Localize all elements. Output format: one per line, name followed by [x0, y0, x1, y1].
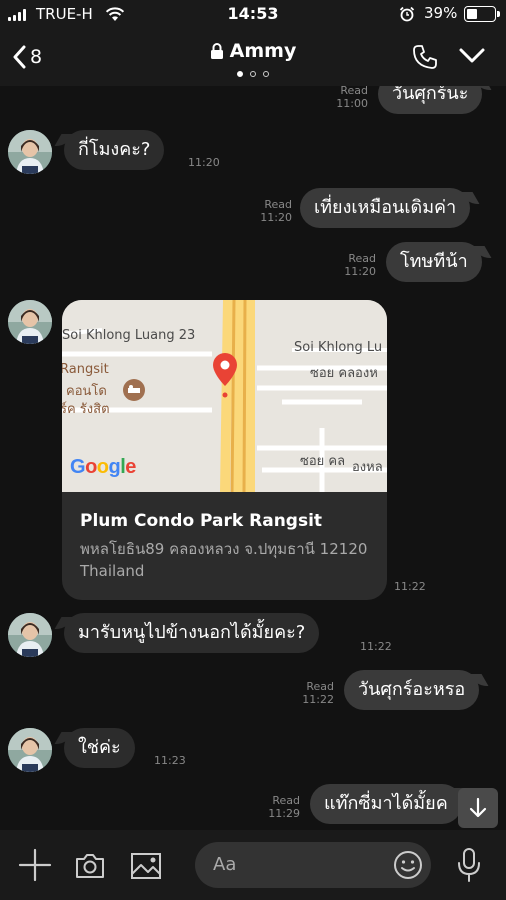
alarm-icon [399, 6, 415, 22]
avatar[interactable] [8, 130, 52, 174]
message-meta: Read 11:00 [336, 86, 368, 110]
map-label: Soi Khlong Lu [294, 340, 383, 355]
chevron-down-icon[interactable] [458, 46, 486, 66]
image-icon[interactable] [130, 852, 162, 880]
contact-name: Ammy [229, 40, 297, 62]
avatar[interactable] [8, 300, 52, 344]
message-bubble-outgoing[interactable]: วันศุกร์นะ [378, 86, 483, 114]
message-list[interactable]: Read 11:00 วันศุกร์นะ กี่โมงคะ? 11:20 Rea… [0, 86, 506, 830]
message-time: 11:20 [188, 156, 220, 169]
google-logo: Google [70, 456, 136, 478]
map-label: Soi Khlong Luang 23 [62, 328, 196, 343]
microphone-icon[interactable] [456, 847, 482, 883]
battery-icon [464, 6, 500, 22]
avatar-photo [8, 613, 52, 657]
scroll-down-button[interactable] [458, 788, 498, 828]
battery-percent: 39% [424, 4, 458, 22]
message-input[interactable]: Aa [195, 842, 431, 888]
hotel-icon [123, 379, 145, 401]
message-bubble-outgoing[interactable]: แท๊กซี่มาได้มั้ยค [310, 784, 462, 824]
message-bubble-outgoing[interactable]: โทษทีน้า [386, 242, 482, 282]
message-input-placeholder: Aa [213, 854, 237, 875]
plus-icon[interactable] [18, 848, 52, 882]
map-preview[interactable]: Soi Khlong Luang 23 Soi Khlong Lu ซอย คล… [62, 300, 387, 492]
chat-title[interactable]: Ammy [210, 40, 297, 62]
message-bubble-incoming[interactable]: ใช่ค่ะ [64, 728, 135, 768]
message-bubble-incoming[interactable]: มารับหนูไปข้างนอกได้มั้ยคะ? [64, 613, 320, 653]
status-bar: TRUE-H 14:53 39% [0, 0, 506, 28]
place-address: พหลโยธิน89 คลองหลวง จ.ปทุมธานี 12120 Tha… [80, 540, 368, 580]
message-bubble-incoming[interactable]: กี่โมงคะ? [64, 130, 165, 170]
location-card[interactable]: Soi Khlong Luang 23 Soi Khlong Lu ซอย คล… [62, 300, 387, 600]
map-label: องหล [352, 460, 383, 475]
composer: Aa [0, 830, 506, 900]
message-time: 11:22 [360, 640, 392, 653]
map-label: ซอย คลองห [310, 366, 378, 381]
location-details: Plum Condo Park Rangsit พหลโยธิน89 คลองห… [62, 492, 387, 600]
message-time: 11:23 [154, 754, 186, 767]
avatar[interactable] [8, 613, 52, 657]
avatar-photo [8, 300, 52, 344]
arrow-down-icon [469, 797, 487, 818]
map-label: ซอย คล [300, 454, 346, 469]
message-bubble-outgoing[interactable]: วันศุกร์อะหรอ [344, 670, 480, 710]
message-meta: Read 11:20 [260, 198, 292, 224]
phone-icon[interactable] [412, 44, 438, 70]
message-meta: Read 11:22 [302, 680, 334, 706]
avatar-photo [8, 728, 52, 772]
location-pin-icon [213, 353, 237, 398]
message-meta: Read 11:29 [268, 794, 300, 820]
message-time: 11:22 [394, 580, 426, 593]
avatar[interactable] [8, 728, 52, 772]
place-name: Plum Condo Park Rangsit [80, 511, 323, 531]
map-label: ร์ค รังสิต [62, 402, 110, 417]
avatar-photo [8, 130, 52, 174]
page-indicator [0, 71, 506, 77]
message-meta: Read 11:20 [344, 252, 376, 278]
message-bubble-outgoing[interactable]: เที่ยงเหมือนเดิมค่า [300, 188, 471, 228]
map-label: Rangsit [62, 362, 109, 377]
camera-icon[interactable] [74, 852, 106, 880]
emoji-icon[interactable] [393, 850, 423, 880]
lock-icon [210, 43, 223, 59]
chat-header: 8 Ammy [0, 28, 506, 86]
